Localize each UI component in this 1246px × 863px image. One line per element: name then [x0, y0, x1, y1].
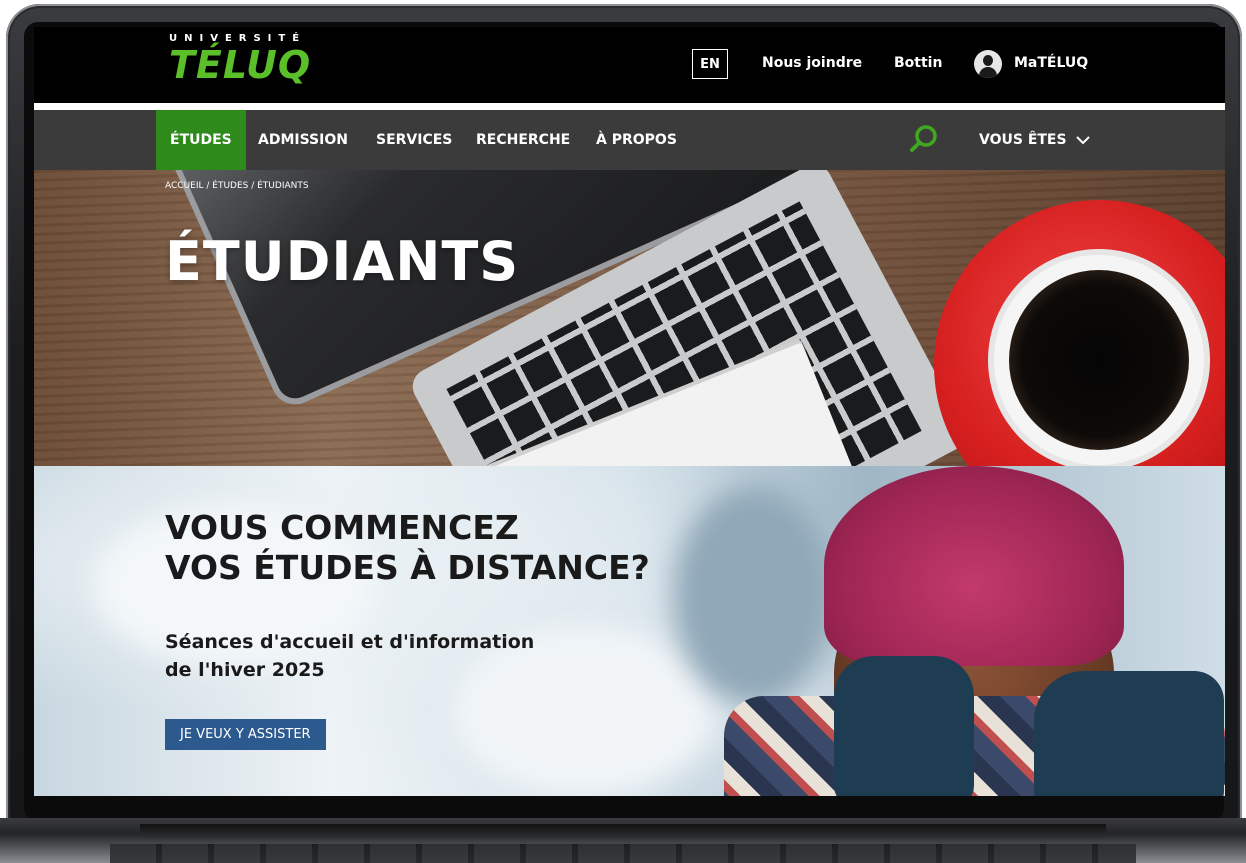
- language-toggle-button[interactable]: EN: [692, 49, 728, 79]
- laptop-hinge: [140, 824, 1106, 838]
- avatar-head: [983, 55, 993, 66]
- nav-item-recherche[interactable]: RECHERCHE: [476, 110, 570, 170]
- mateluq-link[interactable]: MaTÉLUQ: [1014, 55, 1088, 71]
- chevron-down-icon: [1075, 136, 1090, 145]
- banner-heading-line1: VOUS COMMENCEZ: [165, 508, 519, 547]
- main-nav: ÉTUDES ADMISSION SERVICES RECHERCHE À PR…: [34, 110, 1225, 170]
- promo-banner: VOUS COMMENCEZ VOS ÉTUDES À DISTANCE? Sé…: [34, 466, 1225, 796]
- banner-heading-line2: VOS ÉTUDES À DISTANCE?: [165, 548, 650, 587]
- search-icon[interactable]: [906, 122, 942, 158]
- logo-teluq-text: TÉLUQ: [169, 43, 312, 87]
- nav-item-services[interactable]: SERVICES: [376, 110, 452, 170]
- banner-sub-line2: de l'hiver 2025: [165, 659, 325, 681]
- user-avatar-icon[interactable]: [974, 50, 1002, 78]
- teluq-logo[interactable]: UNIVERSITÉ TÉLUQ: [169, 33, 311, 86]
- person-glove-image: [1034, 671, 1224, 796]
- audience-label: VOUS ÊTES: [979, 132, 1067, 148]
- breadcrumb[interactable]: ACCUEIL / ÉTUDES / ÉTUDIANTS: [165, 181, 309, 191]
- attend-button[interactable]: JE VEUX Y ASSISTER: [165, 719, 326, 750]
- header-divider: [34, 103, 1225, 110]
- banner-sub-line1: Séances d'accueil et d'information: [165, 631, 535, 653]
- hero-banner: ACCUEIL / ÉTUDES / ÉTUDIANTS ÉTUDIANTS: [34, 170, 1225, 466]
- contact-link[interactable]: Nous joindre: [762, 55, 862, 71]
- person-glove-image: [834, 656, 974, 796]
- nav-item-admission[interactable]: ADMISSION: [258, 110, 348, 170]
- tree-blur: [674, 486, 834, 706]
- avatar-body: [979, 67, 997, 78]
- nav-item-etudes[interactable]: ÉTUDES: [156, 110, 246, 170]
- hero-coffee-image: [1009, 270, 1189, 450]
- audience-dropdown[interactable]: VOUS ÊTES: [979, 110, 1091, 170]
- website-screen: UNIVERSITÉ TÉLUQ EN Nous joindre Bottin …: [34, 27, 1225, 796]
- page-title: ÉTUDIANTS: [165, 230, 520, 293]
- banner-heading: VOUS COMMENCEZ VOS ÉTUDES À DISTANCE?: [165, 508, 650, 588]
- directory-link[interactable]: Bottin: [894, 55, 942, 71]
- nav-item-a-propos[interactable]: À PROPOS: [596, 110, 677, 170]
- top-bar: UNIVERSITÉ TÉLUQ EN Nous joindre Bottin …: [34, 27, 1225, 103]
- person-hat-image: [824, 466, 1124, 666]
- laptop-keyboard: [110, 844, 1136, 863]
- banner-subheading: Séances d'accueil et d'information de l'…: [165, 628, 534, 684]
